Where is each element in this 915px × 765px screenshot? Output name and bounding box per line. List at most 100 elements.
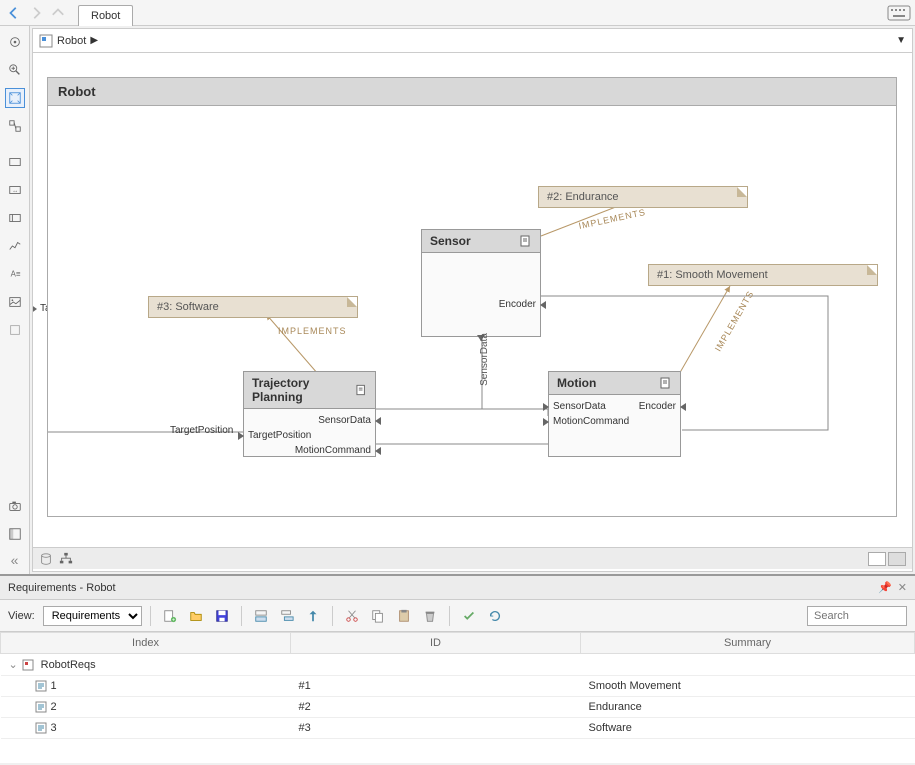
requirements-toolbar: View: Requirements + [0, 600, 915, 632]
signal-label-sensordata: SensorData [479, 333, 490, 386]
view-label: View: [8, 610, 35, 622]
block-trajectory[interactable]: Trajectory Planning SensorData TargetPos… [243, 371, 376, 457]
port-sensordata-in[interactable] [543, 403, 549, 411]
layout-icon[interactable] [5, 116, 25, 136]
cell-id: #3 [291, 718, 581, 739]
rect-icon[interactable] [5, 320, 25, 340]
hierarchy-icon[interactable] [59, 552, 73, 566]
block-motion[interactable]: Motion SensorData Encoder [548, 371, 681, 457]
delete-icon[interactable] [419, 605, 441, 627]
cell-id: #1 [291, 676, 581, 697]
cut-icon[interactable] [341, 605, 363, 627]
svg-text:A≡: A≡ [10, 270, 20, 279]
port-sensordata-in[interactable] [375, 417, 381, 425]
port-motioncommand-out[interactable] [375, 447, 381, 455]
forward-button[interactable] [26, 3, 46, 23]
save-icon[interactable] [211, 605, 233, 627]
note-software[interactable]: #3: Software [148, 296, 358, 318]
new-req-icon[interactable]: + [159, 605, 181, 627]
port-label: Encoder [639, 401, 676, 412]
note-endurance[interactable]: #2: Endurance [538, 186, 748, 208]
breadcrumb-text[interactable]: Robot [57, 35, 86, 47]
block-icon[interactable] [5, 152, 25, 172]
breadcrumb-root-icon [39, 34, 53, 48]
zoom-icon[interactable] [5, 60, 25, 80]
block-title: Trajectory Planning [252, 376, 356, 404]
port-label: TargetPosition [248, 430, 311, 441]
database-icon[interactable] [39, 552, 53, 566]
note-smooth[interactable]: #1: Smooth Movement [648, 264, 878, 286]
pin-icon[interactable]: 📌 [878, 581, 892, 594]
copy-icon[interactable] [367, 605, 389, 627]
bus-icon[interactable] [5, 208, 25, 228]
view-select[interactable]: Requirements [43, 606, 142, 626]
port-targetposition-in[interactable] [238, 432, 244, 440]
keyboard-icon[interactable] [887, 5, 911, 21]
promote-icon[interactable] [302, 605, 324, 627]
port-encoder-in[interactable] [540, 301, 546, 309]
target-icon[interactable] [5, 32, 25, 52]
table-row[interactable]: 1 #1 Smooth Movement [1, 676, 915, 697]
req-icon [35, 701, 47, 713]
collapse-sidebar-icon[interactable]: « [11, 552, 19, 568]
doc-icon [660, 377, 672, 389]
add-child-icon[interactable] [276, 605, 298, 627]
port-label: MotionCommand [295, 445, 371, 456]
check-icon[interactable] [458, 605, 480, 627]
doc-icon [520, 235, 532, 247]
table-row[interactable]: 2 #2 Endurance [1, 697, 915, 718]
req-icon [35, 680, 47, 692]
implements-label-1: IMPLEMENTS [278, 326, 347, 336]
signal-label-targetposition: TargetPosition [170, 425, 233, 436]
breadcrumb-dropdown-icon[interactable]: ▼ [896, 35, 906, 46]
add-below-icon[interactable] [250, 605, 272, 627]
cell-index: 2 [51, 701, 57, 713]
signal-icon[interactable]: ↔ [5, 180, 25, 200]
requirements-table: Index ID Summary ⌄ RobotReqs 1 #1 Smooth… [0, 632, 915, 739]
svg-text:↔: ↔ [11, 188, 17, 195]
diagram-canvas[interactable]: TargetPosition Robot [33, 53, 912, 547]
col-header-id[interactable]: ID [291, 633, 581, 654]
camera-icon[interactable] [5, 496, 25, 516]
text-icon[interactable]: A≡ [5, 264, 25, 284]
refresh-icon[interactable] [484, 605, 506, 627]
panel-icon[interactable] [5, 524, 25, 544]
port-label: Encoder [499, 299, 536, 310]
paste-icon[interactable] [393, 605, 415, 627]
canvas-bottom-bar [33, 547, 912, 569]
tree-toggle-icon[interactable]: ⌄ [9, 658, 19, 671]
cell-id: #2 [291, 697, 581, 718]
port-label: SensorData [318, 415, 371, 426]
cell-index: 1 [51, 680, 57, 692]
tab-label: Robot [91, 10, 120, 22]
svg-text:+: + [172, 617, 175, 623]
top-toolbar: Robot [0, 0, 915, 26]
image-icon[interactable] [5, 292, 25, 312]
up-button[interactable] [48, 3, 68, 23]
port-label: MotionCommand [553, 416, 629, 427]
col-header-index[interactable]: Index [1, 633, 291, 654]
robot-block[interactable]: Robot [47, 77, 897, 517]
table-row-root[interactable]: ⌄ RobotReqs [1, 654, 915, 676]
back-button[interactable] [4, 3, 24, 23]
fit-icon[interactable] [5, 88, 25, 108]
view-tab-2[interactable] [888, 552, 906, 566]
search-input[interactable] [807, 606, 907, 626]
cell-summary: Software [581, 718, 915, 739]
col-header-summary[interactable]: Summary [581, 633, 915, 654]
implements-label-3: IMPLEMENTS [713, 289, 756, 353]
open-icon[interactable] [185, 605, 207, 627]
breadcrumb-arrow-icon[interactable]: ▶ [90, 35, 98, 46]
view-tab-1[interactable] [868, 552, 886, 566]
tab-robot[interactable]: Robot [78, 5, 133, 26]
requirements-panel: Requirements - Robot 📌 ✕ View: Requireme… [0, 574, 915, 763]
trace-icon[interactable] [5, 236, 25, 256]
table-row[interactable]: 3 #3 Software [1, 718, 915, 739]
note-label: #1: Smooth Movement [657, 269, 768, 281]
reqset-icon [22, 659, 34, 671]
port-encoder-out[interactable] [680, 403, 686, 411]
block-title: Sensor [430, 234, 471, 248]
close-icon[interactable]: ✕ [898, 581, 907, 594]
block-sensor[interactable]: Sensor Encoder [421, 229, 541, 337]
port-motioncommand-in[interactable] [543, 418, 549, 426]
